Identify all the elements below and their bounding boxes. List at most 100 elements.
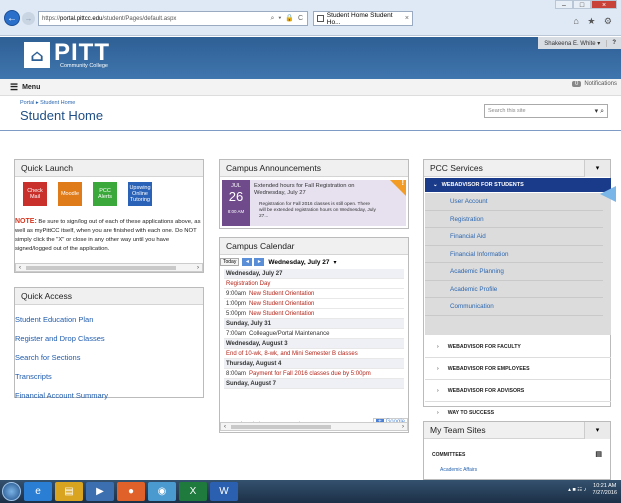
help-icon[interactable]: ? xyxy=(607,40,621,46)
url-domain: portal.pittcc.edu xyxy=(60,15,103,22)
address-bar[interactable]: https://portal.pittcc.edu/student/Pages/… xyxy=(38,11,308,26)
calendar-scrollbar[interactable]: ‹ › xyxy=(220,422,408,431)
start-button[interactable] xyxy=(2,482,21,501)
team-sites-dropdown-icon[interactable]: ▾ xyxy=(584,422,610,439)
quick-launch-tile[interactable]: Upswing Online Tutoring xyxy=(128,182,152,206)
tab-close-icon[interactable]: × xyxy=(405,15,409,22)
calendar-allday-event[interactable]: End of 10-wk, 8-wk, and Mini Semester B … xyxy=(224,349,404,359)
minimize-button[interactable]: – xyxy=(555,0,573,9)
user-bar: Shakeena E. White ▾ ? xyxy=(538,37,621,49)
media-icon[interactable]: ▶ xyxy=(86,482,114,501)
services-dropdown-icon[interactable]: ▾ xyxy=(584,160,610,177)
team-sites-section[interactable]: COMMITTEES ▤ xyxy=(432,450,602,458)
back-button[interactable]: ← xyxy=(4,10,20,26)
quick-access-link[interactable]: Student Education Plan xyxy=(15,315,203,324)
services-sub-item[interactable]: Academic Profile xyxy=(425,281,603,298)
note-label: NOTE: xyxy=(15,218,37,225)
notifications[interactable]: 0 Notifications xyxy=(571,81,617,87)
team-sites-panel: My Team Sites ▾ COMMITTEES ▤ Academic Af… xyxy=(423,421,611,480)
services-group-students[interactable]: ⌄ WEBADVISOR FOR STUDENTS xyxy=(425,178,611,192)
quick-launch-panel: Quick Launch Check Mail Moodle PCC Alerts U… xyxy=(14,159,204,273)
word-icon[interactable]: W xyxy=(210,482,238,501)
pcc-logo[interactable]: ⌂ PITT Community College xyxy=(24,41,110,69)
date-dropdown-icon[interactable]: ▾ xyxy=(334,259,337,266)
services-sub-item[interactable]: Communication xyxy=(425,298,603,316)
back-arrow-icon: ← xyxy=(7,12,17,24)
search-input[interactable]: Search this site ▾ ⌕ xyxy=(484,104,608,118)
close-window-button[interactable]: × xyxy=(591,0,617,9)
scroll-thumb[interactable] xyxy=(231,425,331,429)
announcement-title[interactable]: Extended hours for Fall Registration on … xyxy=(254,183,379,197)
team-site-link[interactable]: Academic Affairs xyxy=(432,467,602,473)
services-group-label: WEBADVISOR FOR FACULTY xyxy=(447,344,521,350)
menu-label[interactable]: Menu xyxy=(22,84,40,91)
logo-name: PITT xyxy=(54,39,110,66)
clock[interactable]: 10:21 AM 7/27/2016 xyxy=(593,483,617,497)
quick-launch-title: Quick Launch xyxy=(15,160,203,177)
quick-access-link[interactable]: Financial Account Summary xyxy=(15,391,203,400)
calendar-event[interactable]: 9:00am New Student Orientation xyxy=(224,289,404,299)
announcement-item[interactable]: JUL 26 8:00 AM Extended hours for Fall R… xyxy=(222,180,406,226)
calendar-day-header: Sunday, August 7 xyxy=(224,379,404,389)
services-group[interactable]: › WEBADVISOR FOR ADVISORS xyxy=(425,380,611,402)
browser-toolbar-icons[interactable]: ⌂ ★ ⚙ xyxy=(573,16,615,27)
quick-access-title: Quick Access xyxy=(15,288,203,305)
quick-access-link[interactable]: Search for Sections xyxy=(15,353,203,362)
user-menu[interactable]: Shakeena E. White ▾ xyxy=(538,39,608,47)
services-sub-item[interactable]: Financial Information xyxy=(425,246,603,263)
quick-launch-scrollbar[interactable]: ‹ › xyxy=(15,263,203,272)
ie-icon[interactable]: e xyxy=(24,482,52,501)
calendar-event[interactable]: 5:00pm New Student Orientation xyxy=(224,309,404,319)
quick-access-link[interactable]: Transcripts xyxy=(15,372,203,381)
scroll-right-icon[interactable]: › xyxy=(402,424,404,430)
event-title: New Student Orientation xyxy=(249,301,315,307)
calendar-event[interactable]: 7:00am Colleague/Portal Maintenance xyxy=(224,329,404,339)
firefox-icon[interactable]: ● xyxy=(117,482,145,501)
services-sub-item[interactable]: Financial Aid xyxy=(425,228,603,246)
excel-icon[interactable]: X xyxy=(179,482,207,501)
hamburger-icon[interactable]: ☰ xyxy=(10,82,18,93)
forward-button[interactable]: → xyxy=(22,12,35,25)
scroll-left-icon[interactable]: ‹ xyxy=(224,424,226,430)
prev-day-icon[interactable]: ◂ xyxy=(242,258,253,266)
calendar-event[interactable]: 1:00pm New Student Orientation xyxy=(224,299,404,309)
maximize-button[interactable]: □ xyxy=(573,0,591,9)
breadcrumb[interactable]: Portal ▸ Student Home xyxy=(20,100,75,106)
window-controls: – □ × xyxy=(555,0,617,9)
explorer-icon[interactable]: ▤ xyxy=(55,482,83,501)
search-icon[interactable]: ▾ ⌕ xyxy=(595,107,604,116)
quick-launch-tile[interactable]: PCC Alerts xyxy=(93,182,117,206)
section-label: COMMITTEES xyxy=(432,452,466,458)
quick-access-links: Student Education Plan Register and Drop … xyxy=(15,315,203,400)
services-sub-item[interactable]: Registration xyxy=(425,211,603,228)
tray-icons[interactable]: ▴ ■ ☷ ♪ xyxy=(568,487,586,493)
browser-tab[interactable]: Student Home Student Ho... × xyxy=(313,11,413,26)
event-time: 7:00am xyxy=(226,331,247,337)
event-time: 1:00pm xyxy=(226,301,247,307)
quick-access-link[interactable]: Register and Drop Classes xyxy=(15,334,203,343)
section-icon[interactable]: ▤ xyxy=(595,450,602,458)
services-group-label: WAY TO SUCCESS xyxy=(447,410,495,416)
today-button[interactable]: Today xyxy=(220,258,240,266)
chrome-icon[interactable]: ◉ xyxy=(148,482,176,501)
calendar-day-header: Wednesday, July 27 xyxy=(224,269,404,279)
calendar-allday-event[interactable]: Registration Day xyxy=(224,279,404,289)
quick-launch-tile[interactable]: Check Mail xyxy=(23,182,47,206)
scroll-right-icon[interactable]: › xyxy=(197,265,199,271)
system-tray: ▴ ■ ☷ ♪ 10:21 AM 7/27/2016 xyxy=(568,483,617,497)
services-sub-item[interactable]: Academic Planning xyxy=(425,263,603,281)
calendar-event[interactable]: 8:00am Payment for Fall 2016 classes due … xyxy=(224,369,404,379)
scroll-thumb[interactable] xyxy=(26,266,176,270)
team-sites-title: My Team Sites xyxy=(424,422,610,439)
next-day-icon[interactable]: ▸ xyxy=(254,258,265,266)
event-time: 8:00am xyxy=(226,371,247,377)
address-bar-icons[interactable]: ⌕ ▾ 🔒 C xyxy=(271,14,304,23)
url-path: /student/Pages/default.aspx xyxy=(102,15,177,22)
scroll-left-icon[interactable]: ‹ xyxy=(19,265,21,271)
services-group[interactable]: › WEBADVISOR FOR FACULTY xyxy=(425,336,611,358)
services-group-label: WEBADVISOR FOR STUDENTS xyxy=(441,182,524,188)
browser-chrome: ← → https://portal.pittcc.edu/student/Pa… xyxy=(0,0,621,36)
services-sub-item[interactable]: User Account xyxy=(425,193,603,211)
quick-launch-tile[interactable]: Moodle xyxy=(58,182,82,206)
services-group[interactable]: › WEBADVISOR FOR EMPLOYEES xyxy=(425,358,611,380)
